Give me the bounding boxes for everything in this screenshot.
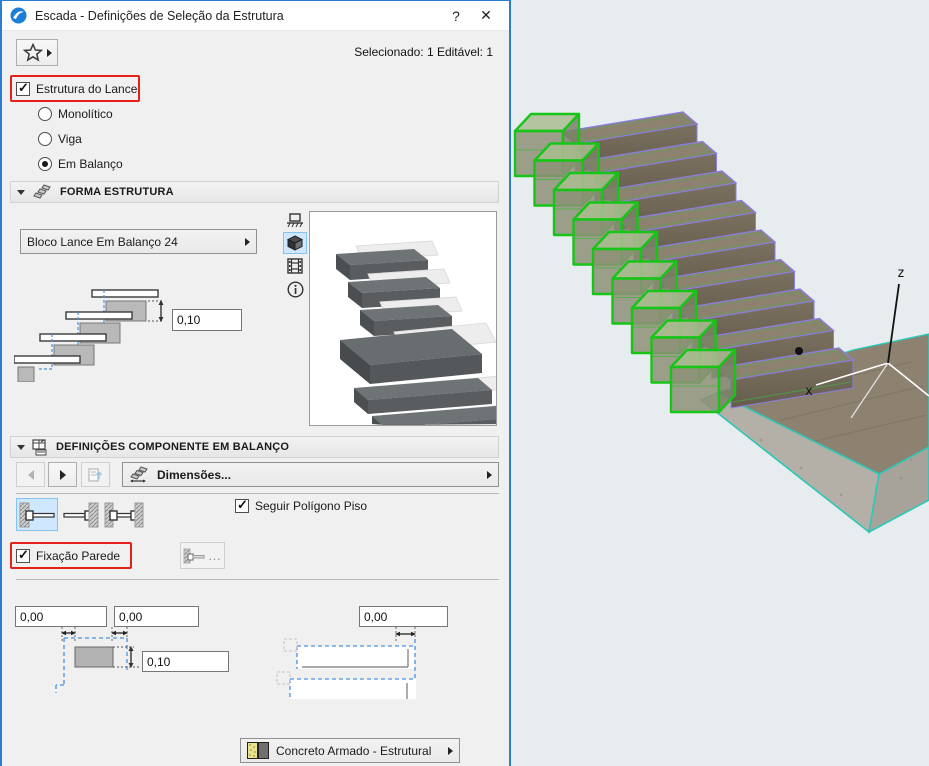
flight-structure-label: Estrutura do Lance — [36, 82, 137, 96]
help-button[interactable]: ? — [441, 2, 471, 30]
material-value: Concreto Armado - Estrutural — [276, 744, 448, 758]
support-view-button[interactable] — [283, 209, 307, 231]
stair-structure-dialog: Escada - Definições de Seleção da Estrut… — [0, 0, 511, 766]
favorites-button[interactable] — [16, 39, 58, 66]
structure-preset-dropdown[interactable]: Bloco Lance Em Balanço 24 — [20, 229, 257, 254]
thickness-input[interactable] — [172, 309, 242, 331]
dialog-title: Escada - Definições de Seleção da Estrut… — [35, 9, 284, 23]
staircase — [515, 112, 853, 412]
radio-viga[interactable]: Viga — [38, 132, 82, 146]
favorites-flyout-arrow-icon — [47, 49, 52, 57]
animation-view-button[interactable] — [283, 255, 307, 277]
anchor-wall-right-icon — [62, 501, 100, 529]
material-dropdown[interactable]: Concreto Armado - Estrutural — [240, 738, 460, 763]
radio-monolitico[interactable]: Monolítico — [38, 107, 113, 121]
section-componente[interactable]: DEFINIÇÕES COMPONENTE EM BALANÇO — [10, 436, 499, 458]
fixacao-parede-highlight: Fixação Parede — [10, 542, 132, 569]
anchor-option-wall-left-button[interactable] — [16, 498, 58, 531]
stair-steps-icon — [32, 184, 54, 200]
next-component-button[interactable] — [48, 462, 77, 487]
fixacao-parede-label: Fixação Parede — [36, 549, 120, 563]
radio-em-balanco-label: Em Balanço — [58, 157, 123, 171]
seguir-poligono-label: Seguir Polígono Piso — [255, 499, 367, 513]
dimensoes-label: Dimensões... — [157, 468, 487, 482]
fixacao-settings-button[interactable]: ... — [180, 542, 225, 569]
seguir-poligono-checkbox[interactable] — [235, 499, 249, 513]
film-strip-icon — [286, 258, 304, 274]
offset-right-input[interactable] — [359, 606, 448, 627]
flight-structure-highlight: Estrutura do Lance — [10, 75, 140, 102]
support-icon — [286, 212, 304, 228]
radio-viga-circle[interactable] — [38, 132, 52, 146]
ellipsis-label: ... — [208, 549, 221, 563]
close-button[interactable]: ✕ — [471, 2, 501, 30]
section-componente-label: DEFINIÇÕES COMPONENTE EM BALANÇO — [56, 441, 289, 453]
radio-monolitico-circle[interactable] — [38, 107, 52, 121]
dialog-titlebar[interactable]: Escada - Definições de Seleção da Estrut… — [2, 1, 509, 31]
material-swatch-icon — [247, 742, 270, 759]
component-settings-icon — [32, 439, 50, 456]
flight-structure-checkbox[interactable] — [16, 82, 30, 96]
dropdown-arrow-icon — [448, 747, 453, 755]
star-icon — [23, 43, 43, 62]
document-transfer-icon — [88, 467, 103, 483]
dropdown-arrow-icon — [245, 238, 250, 246]
info-icon — [287, 281, 304, 298]
radio-em-balanco-circle[interactable] — [38, 157, 52, 171]
thickness-diagram — [14, 284, 168, 382]
3d-viewport[interactable]: z x — [511, 0, 929, 766]
prev-component-button[interactable] — [16, 462, 45, 487]
wall-fixation-icon — [183, 548, 205, 564]
section-forma-estrutura-label: FORMA ESTRUTURA — [60, 186, 174, 198]
thickness-diagram-image — [14, 284, 168, 382]
structure-preset-value: Bloco Lance Em Balanço 24 — [27, 235, 245, 249]
collapse-arrow-icon — [17, 445, 25, 450]
dimensions-icon — [129, 466, 151, 484]
structure-preview-image — [310, 212, 496, 425]
dimensoes-dropdown[interactable]: Dimensões... — [122, 462, 499, 487]
anchor-both-walls-icon — [104, 501, 144, 529]
offset-left-a-input[interactable] — [15, 606, 107, 627]
radio-viga-label: Viga — [58, 132, 82, 146]
dropdown-arrow-icon — [487, 471, 492, 479]
info-button[interactable] — [283, 278, 307, 300]
transfer-settings-button[interactable] — [81, 462, 110, 487]
structure-preview — [309, 211, 497, 426]
selection-status: Selecionado: 1 Editável: 1 — [354, 45, 493, 59]
axis-z-label: z — [897, 266, 905, 281]
hotspot-dot — [795, 347, 803, 355]
component-plan-diagram — [270, 627, 470, 701]
radio-em-balanco[interactable]: Em Balanço — [38, 157, 123, 171]
offset-left-b-input[interactable] — [114, 606, 199, 627]
radio-monolitico-label: Monolítico — [58, 107, 113, 121]
arrow-left-icon — [28, 470, 34, 480]
divider — [16, 493, 499, 494]
cube-icon — [287, 235, 303, 251]
anchor-wall-left-icon — [18, 501, 56, 529]
anchor-option-wall-right-button[interactable] — [60, 498, 102, 531]
anchor-option-both-walls-button[interactable] — [103, 498, 145, 531]
model-view-button[interactable] — [283, 232, 307, 254]
component-plan-diagram-image — [270, 627, 470, 701]
application: Escada - Definições de Seleção da Estrut… — [0, 0, 929, 766]
component-height-input[interactable] — [142, 651, 229, 672]
divider — [16, 579, 499, 580]
arrow-right-icon — [60, 470, 66, 480]
3d-scene: z x — [511, 0, 929, 766]
seguir-poligono-row[interactable]: Seguir Polígono Piso — [235, 499, 367, 513]
axis-x-label: x — [805, 384, 813, 399]
collapse-arrow-icon — [17, 190, 25, 195]
section-forma-estrutura[interactable]: FORMA ESTRUTURA — [10, 181, 499, 203]
archicad-logo-icon — [10, 7, 27, 24]
fixacao-parede-checkbox[interactable] — [16, 549, 30, 563]
